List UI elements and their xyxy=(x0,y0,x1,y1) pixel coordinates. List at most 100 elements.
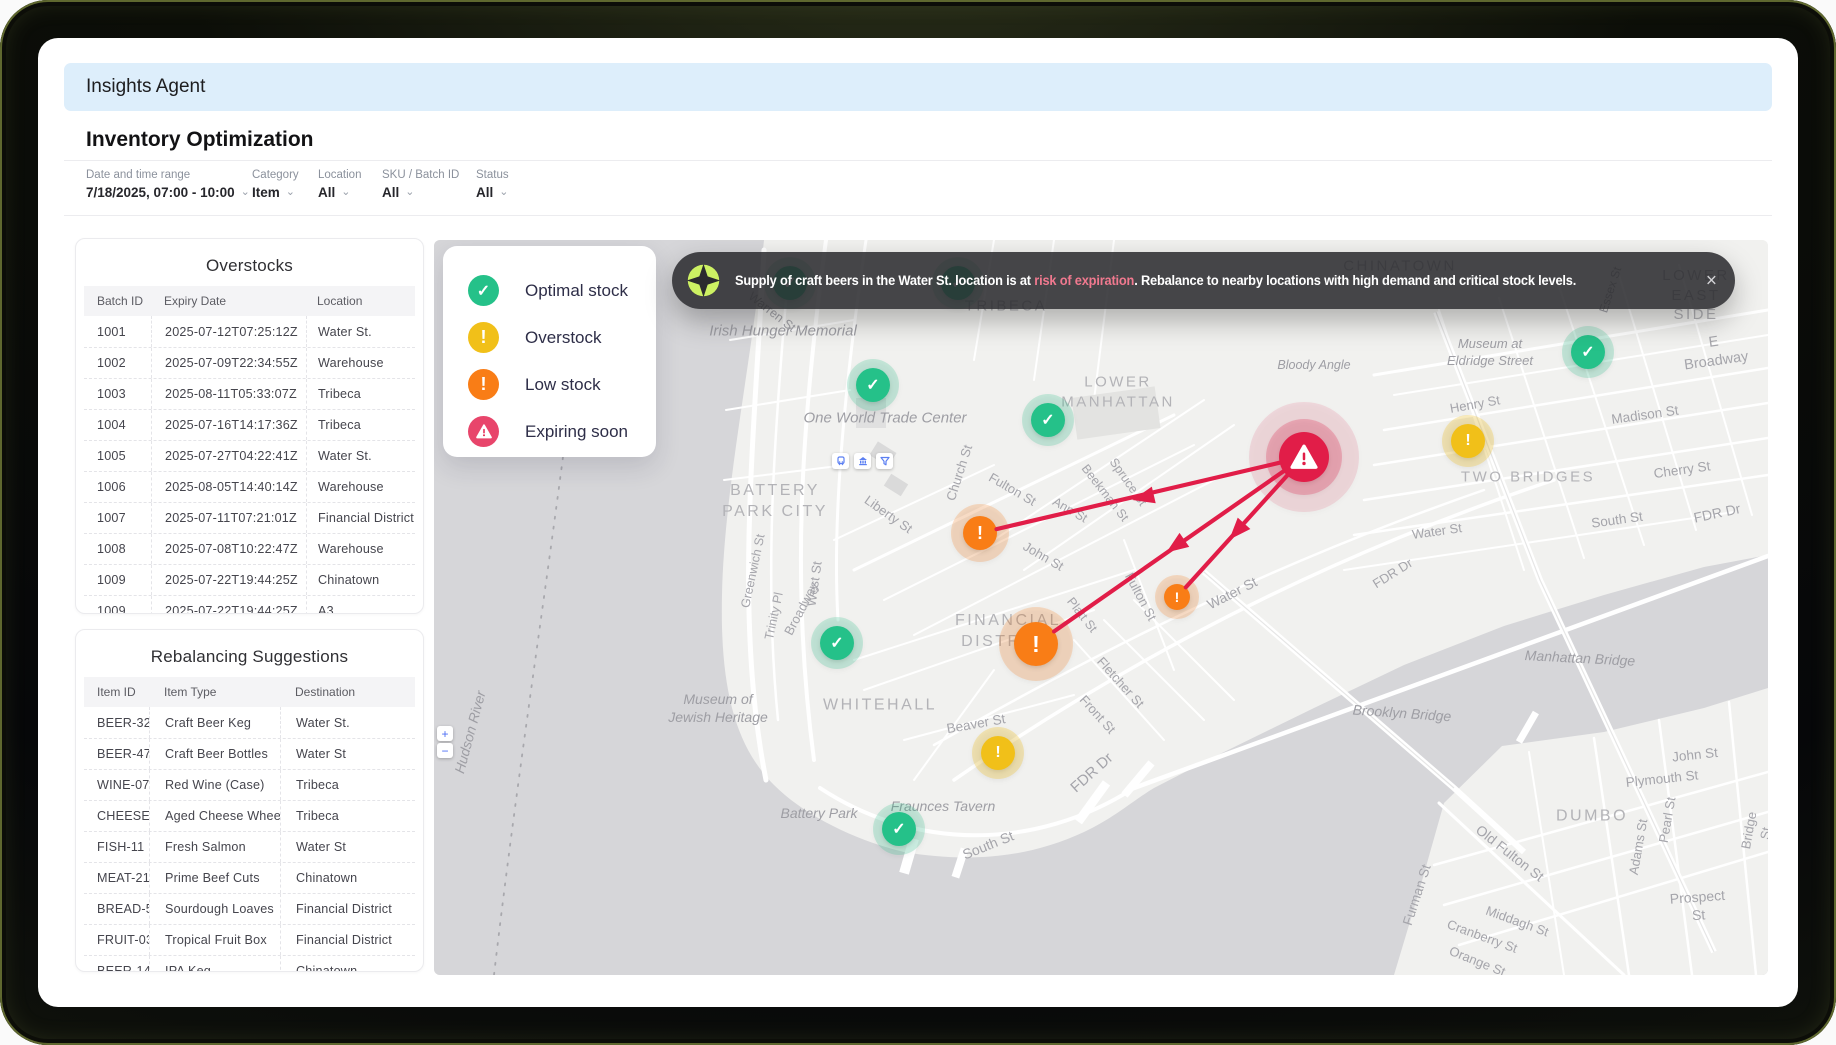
table-cell: 2025-07-27T04:22:41Z xyxy=(151,441,306,471)
table-cell: Water St xyxy=(280,832,415,862)
table-cell: WINE-07 xyxy=(84,770,149,800)
table-cell: Chinatown xyxy=(280,956,415,971)
table-cell: MEAT-21 xyxy=(84,863,149,893)
filter-value-text: All xyxy=(382,185,399,200)
optimal-marker[interactable]: ✓ xyxy=(1031,403,1065,437)
table-row[interactable]: 10052025-07-27T04:22:41ZWater St. xyxy=(84,440,415,471)
table-cell: 1004 xyxy=(84,410,151,440)
filter-chip[interactable] xyxy=(876,453,893,469)
overstock-marker-icon: ! xyxy=(468,322,499,353)
table-row[interactable]: FISH-11Fresh SalmonWater St xyxy=(84,831,415,862)
table-row[interactable]: WINE-07Red Wine (Case)Tribeca xyxy=(84,769,415,800)
divider xyxy=(64,215,1772,216)
museum-chip[interactable] xyxy=(854,453,871,469)
table-cell: Tropical Fruit Box xyxy=(149,925,280,955)
table-row[interactable]: 10072025-07-11T07:21:01ZFinancial Distri… xyxy=(84,502,415,533)
map-canvas[interactable]: TRIBECALOWER MANHATTANBATTERY PARK CITYF… xyxy=(434,240,1768,975)
map-layer-chips xyxy=(832,453,893,469)
legend-item-expiring: Expiring soon xyxy=(468,408,656,455)
chevron-down-icon: ⌄ xyxy=(241,186,250,198)
column-header: Destination xyxy=(280,677,415,707)
map-legend: ✓Optimal stock!Overstock!Low stockExpiri… xyxy=(443,246,656,457)
overstocks-body: 10012025-07-12T07:25:12ZWater St.1002202… xyxy=(76,316,423,613)
optimal-marker[interactable]: ✓ xyxy=(856,368,890,402)
zoom-in-button[interactable]: + xyxy=(437,726,453,741)
filter-label: Date and time range xyxy=(86,169,250,181)
chevron-down-icon: ⌄ xyxy=(405,186,414,198)
table-row[interactable]: BEER-14IPA KegChinatown xyxy=(84,955,415,971)
app-header-bar: Insights Agent xyxy=(64,63,1772,111)
table-cell: 2025-07-16T14:17:36Z xyxy=(151,410,306,440)
filter-location[interactable]: LocationAll⌄ xyxy=(318,169,361,200)
legend-label: Low stock xyxy=(525,375,601,395)
table-row[interactable]: MEAT-21Prime Beef CutsChinatown xyxy=(84,862,415,893)
table-row[interactable]: BEER-32Craft Beer KegWater St. xyxy=(84,707,415,738)
optimal-marker[interactable]: ✓ xyxy=(1571,335,1605,369)
overstock-marker[interactable]: ! xyxy=(1451,424,1485,458)
banner-highlight: risk of expiration xyxy=(1034,273,1134,288)
optimal-marker[interactable]: ✓ xyxy=(820,626,854,660)
table-cell: Warehouse xyxy=(306,348,415,378)
low-marker[interactable]: ! xyxy=(1014,622,1058,666)
table-row[interactable]: 10062025-08-05T14:40:14ZWarehouse xyxy=(84,471,415,502)
table-row[interactable]: 10042025-07-16T14:17:36ZTribeca xyxy=(84,409,415,440)
table-row[interactable]: FRUIT-03Tropical Fruit BoxFinancial Dist… xyxy=(84,924,415,955)
table-cell: FRUIT-03 xyxy=(84,925,149,955)
table-cell: BEER-47 xyxy=(84,739,149,769)
table-row[interactable]: 10022025-07-09T22:34:55ZWarehouse xyxy=(84,347,415,378)
column-header: Location xyxy=(306,286,415,316)
overstocks-header: Batch IDExpiry DateLocation xyxy=(84,286,415,316)
app-window: Insights Agent Inventory Optimization Da… xyxy=(38,38,1798,1007)
filter-label: Status xyxy=(476,169,509,181)
transit-chip[interactable] xyxy=(832,453,849,469)
filter-sku-batch[interactable]: SKU / Batch IDAll⌄ xyxy=(382,169,459,200)
page-title: Inventory Optimization xyxy=(86,128,314,152)
low-marker-icon: ! xyxy=(468,369,499,400)
table-cell: 2025-07-22T19:44:25Z xyxy=(151,565,306,595)
table-row[interactable]: BEER-47Craft Beer BottlesWater St xyxy=(84,738,415,769)
table-cell: BREAD-55 xyxy=(84,894,149,924)
expiring-marker[interactable] xyxy=(1279,432,1329,482)
table-cell: BEER-14 xyxy=(84,956,149,971)
table-row[interactable]: 10012025-07-12T07:25:12ZWater St. xyxy=(84,316,415,347)
table-cell: Water St xyxy=(280,739,415,769)
table-cell: Fresh Salmon xyxy=(149,832,280,862)
table-cell: Craft Beer Bottles xyxy=(149,739,280,769)
filter-value-text: 7/18/2025, 07:00 - 10:00 xyxy=(86,185,235,200)
chevron-down-icon: ⌄ xyxy=(341,186,350,198)
overstock-marker[interactable]: ! xyxy=(981,736,1015,770)
filter-status[interactable]: StatusAll⌄ xyxy=(476,169,509,200)
table-cell: 2025-08-05T14:40:14Z xyxy=(151,472,306,502)
table-cell: 1009 xyxy=(84,565,151,595)
table-cell: Financial District xyxy=(280,925,415,955)
filter-value-text: All xyxy=(318,185,335,200)
table-row[interactable]: CHEESE-02Aged Cheese WheelTribeca xyxy=(84,800,415,831)
column-header: Batch ID xyxy=(84,286,151,316)
table-cell: FISH-11 xyxy=(84,832,149,862)
legend-item-low: ! Low stock xyxy=(468,361,656,408)
table-cell: Financial District xyxy=(306,503,415,533)
table-cell: Water St. xyxy=(280,707,415,738)
table-row[interactable]: 10082025-07-08T10:22:47ZWarehouse xyxy=(84,533,415,564)
column-header: Item ID xyxy=(84,677,149,707)
table-row[interactable]: 10092025-07-22T19:44:25ZA3 xyxy=(84,595,415,613)
zoom-out-button[interactable]: − xyxy=(437,743,453,758)
table-cell: Sourdough Loaves xyxy=(149,894,280,924)
table-cell: 1002 xyxy=(84,348,151,378)
legend-item-optimal: ✓Optimal stock xyxy=(468,267,656,314)
filter-category[interactable]: CategoryItem⌄ xyxy=(252,169,299,200)
table-row[interactable]: 10032025-08-11T05:33:07ZTribeca xyxy=(84,378,415,409)
table-cell: 1007 xyxy=(84,503,151,533)
filter-value: All ⌄ xyxy=(382,185,459,200)
low-marker[interactable]: ! xyxy=(963,516,997,550)
optimal-marker[interactable]: ✓ xyxy=(882,812,916,846)
close-icon[interactable]: × xyxy=(1706,271,1717,290)
table-cell: Aged Cheese Wheel xyxy=(149,801,280,831)
filter-date-range[interactable]: Date and time range 7/18/2025, 07:00 - 10… xyxy=(86,169,250,200)
table-row[interactable]: 10092025-07-22T19:44:25ZChinatown xyxy=(84,564,415,595)
filters-row: Date and time range 7/18/2025, 07:00 - 10… xyxy=(38,169,1798,213)
low-marker[interactable]: ! xyxy=(1164,584,1190,610)
filter-value: All ⌄ xyxy=(318,185,361,200)
table-cell: Financial District xyxy=(280,894,415,924)
table-row[interactable]: BREAD-55Sourdough LoavesFinancial Distri… xyxy=(84,893,415,924)
